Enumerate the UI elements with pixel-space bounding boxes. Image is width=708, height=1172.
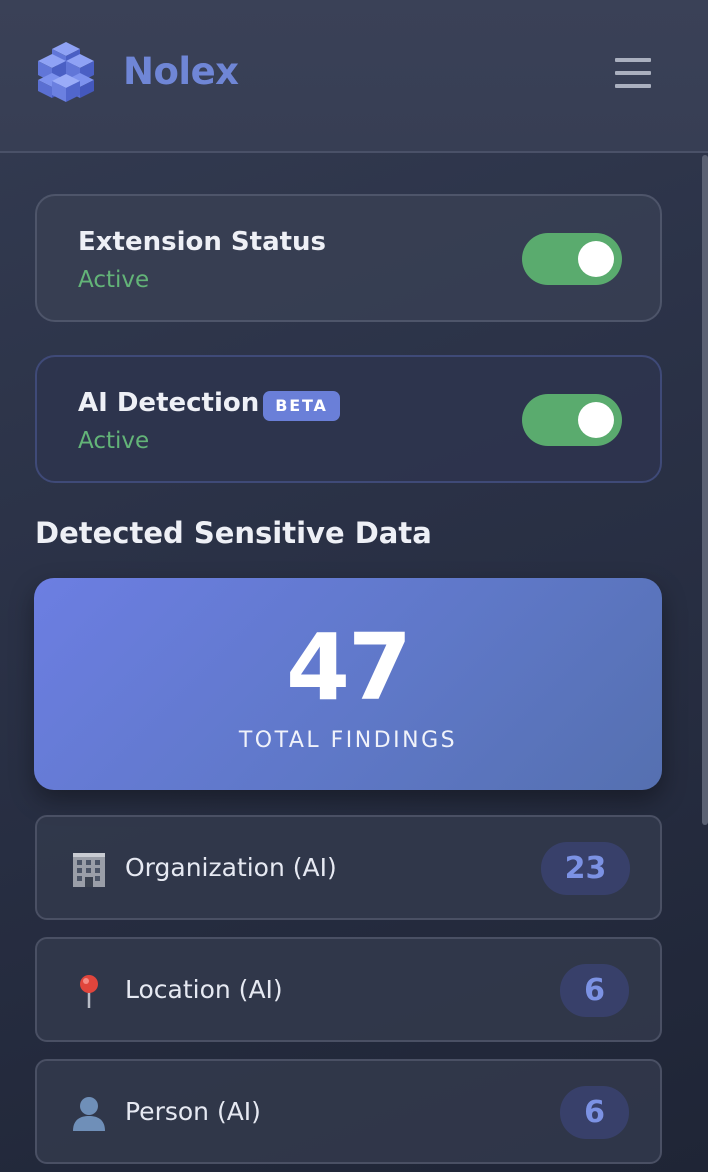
finding-count-badge: 6 [560,1086,629,1139]
person-silhouette-icon [67,1091,111,1135]
cube-cluster-icon [36,40,96,104]
finding-item-location[interactable]: Location (AI) 6 [35,937,662,1042]
hamburger-menu-icon[interactable] [612,56,654,90]
finding-item-person[interactable]: Person (AI) 6 [35,1059,662,1164]
toggle-knob [578,241,614,277]
ai-detection-card: AI Detection BETA Active [35,355,662,483]
ai-detection-status: Active [78,428,150,454]
extension-status-title: Extension Status [78,227,327,257]
ai-detection-toggle[interactable] [522,394,622,446]
finding-count-badge: 6 [560,964,629,1017]
location-pin-icon [67,969,111,1013]
finding-item-label: Person (AI) [125,1097,261,1126]
ai-detection-title: AI Detection [78,388,260,418]
finding-item-label: Organization (AI) [125,853,337,882]
finding-count-badge: 23 [541,842,630,895]
scrollbar-thumb[interactable] [702,155,708,825]
brand-name: Nolex [123,50,239,93]
beta-badge: BETA [263,391,340,421]
section-title: Detected Sensitive Data [35,516,432,550]
finding-item-label: Location (AI) [125,975,283,1004]
extension-status-card: Extension Status Active [35,194,662,322]
app-header: Nolex [0,0,708,153]
total-findings-card: 47 TOTAL FINDINGS [34,578,662,790]
office-building-icon [67,847,111,891]
extension-status-toggle[interactable] [522,233,622,285]
finding-item-organization[interactable]: Organization (AI) 23 [35,815,662,920]
total-findings-count: 47 [285,614,412,721]
total-findings-label: TOTAL FINDINGS [238,728,458,753]
toggle-knob [578,402,614,438]
extension-status-value: Active [78,267,150,293]
